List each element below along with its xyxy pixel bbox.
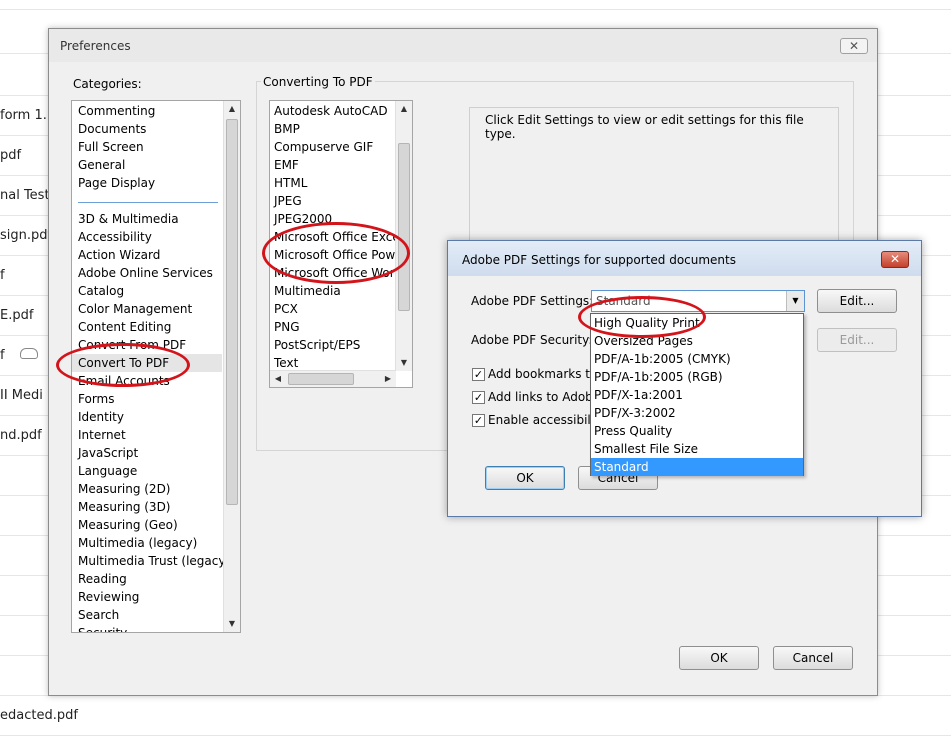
file-name: form 1.p: [0, 108, 56, 123]
edit-settings-button[interactable]: Edit...: [817, 289, 897, 313]
close-icon[interactable]: ✕: [881, 251, 909, 268]
option-item[interactable]: Smallest File Size: [591, 440, 803, 458]
category-item[interactable]: Language: [78, 462, 137, 480]
category-item[interactable]: Identity: [78, 408, 124, 426]
info-text: Click Edit Settings to view or edit sett…: [485, 113, 804, 141]
scroll-right-icon[interactable]: ▶: [380, 371, 396, 387]
category-item[interactable]: Accessibility: [78, 228, 152, 246]
category-item[interactable]: Page Display: [78, 174, 155, 192]
preferences-titlebar: Preferences ✕: [49, 29, 877, 62]
ok-button[interactable]: OK: [679, 646, 759, 670]
file-type-item[interactable]: EMF: [274, 156, 299, 174]
file-name: nd.pdf: [0, 428, 42, 443]
categories-label: Categories:: [73, 77, 142, 91]
category-item[interactable]: Measuring (2D): [78, 480, 171, 498]
scroll-up-icon[interactable]: ▲: [224, 101, 240, 117]
file-type-item[interactable]: BMP: [274, 120, 300, 138]
scroll-down-icon[interactable]: ▼: [396, 355, 412, 371]
file-name: f: [0, 348, 5, 363]
category-item[interactable]: Multimedia Trust (legacy): [78, 552, 230, 570]
scroll-thumb[interactable]: [288, 373, 354, 385]
scroll-down-icon[interactable]: ▼: [224, 616, 240, 632]
category-item[interactable]: Search: [78, 606, 119, 624]
close-icon[interactable]: ✕: [840, 38, 868, 54]
checkbox-bookmarks[interactable]: ✓: [472, 368, 485, 381]
scroll-thumb[interactable]: [226, 119, 238, 505]
option-item[interactable]: PDF/X-3:2002: [591, 404, 803, 422]
dialog-titlebar: Adobe PDF Settings for supported documen…: [448, 241, 921, 276]
category-item[interactable]: Documents: [78, 120, 146, 138]
annotation-circle: [578, 296, 706, 338]
category-separator: [78, 202, 218, 203]
category-item[interactable]: Action Wizard: [78, 246, 160, 264]
category-item[interactable]: Reviewing: [78, 588, 139, 606]
category-item[interactable]: Forms: [78, 390, 114, 408]
edit-security-button[interactable]: Edit...: [817, 328, 897, 352]
option-item-selected[interactable]: Standard: [591, 458, 803, 476]
checkbox-label: Add links to Adobe: [488, 390, 601, 404]
file-row[interactable]: [0, 0, 951, 10]
file-type-item[interactable]: Compuserve GIF: [274, 138, 373, 156]
file-type-hscrollbar[interactable]: ◀ ▶: [270, 370, 396, 387]
category-item[interactable]: Reading: [78, 570, 127, 588]
option-item[interactable]: PDF/X-1a:2001: [591, 386, 803, 404]
pdf-settings-label: Adobe PDF Settings:: [471, 294, 594, 308]
category-item[interactable]: Adobe Online Services: [78, 264, 213, 282]
category-item[interactable]: Measuring (Geo): [78, 516, 178, 534]
category-item[interactable]: Catalog: [78, 282, 124, 300]
pdf-settings-options-list[interactable]: High Quality Print Oversized Pages PDF/A…: [590, 313, 804, 476]
checkbox-accessibility[interactable]: ✓: [472, 414, 485, 427]
chevron-down-icon[interactable]: ▼: [786, 291, 804, 311]
scroll-up-icon[interactable]: ▲: [396, 101, 412, 117]
category-item[interactable]: General: [78, 156, 125, 174]
checkbox-links[interactable]: ✓: [472, 391, 485, 404]
category-item[interactable]: Content Editing: [78, 318, 171, 336]
cloud-icon: [20, 348, 38, 359]
category-item[interactable]: Commenting: [78, 102, 155, 120]
file-type-item[interactable]: HTML: [274, 174, 307, 192]
window-title: Preferences: [60, 39, 131, 53]
annotation-circle: [262, 222, 410, 284]
file-name: nal Test: [0, 188, 50, 203]
option-item[interactable]: PDF/A-1b:2005 (RGB): [591, 368, 803, 386]
file-type-item[interactable]: Multimedia: [274, 282, 341, 300]
category-item[interactable]: Full Screen: [78, 138, 144, 156]
category-item[interactable]: Multimedia (legacy): [78, 534, 197, 552]
category-item[interactable]: JavaScript: [78, 444, 138, 462]
file-name: edacted.pdf: [0, 708, 78, 723]
converting-label: Converting To PDF: [261, 75, 375, 89]
dialog-title: Adobe PDF Settings for supported documen…: [462, 253, 736, 267]
file-name: II Medi: [0, 388, 43, 403]
category-item[interactable]: Internet: [78, 426, 126, 444]
scroll-thumb[interactable]: [398, 143, 410, 311]
file-row[interactable]: edacted.pdf: [0, 696, 951, 736]
option-item[interactable]: PDF/A-1b:2005 (CMYK): [591, 350, 803, 368]
category-item[interactable]: Measuring (3D): [78, 498, 171, 516]
option-item[interactable]: Press Quality: [591, 422, 803, 440]
category-item[interactable]: Security: [78, 624, 127, 632]
category-item[interactable]: Color Management: [78, 300, 192, 318]
file-type-item[interactable]: JPEG: [274, 192, 302, 210]
file-type-item[interactable]: PCX: [274, 300, 298, 318]
file-type-item[interactable]: PNG: [274, 318, 300, 336]
annotation-circle: [56, 343, 190, 387]
file-name: f: [0, 268, 5, 283]
file-name: sign.pdf: [0, 228, 53, 243]
dialog-ok-button[interactable]: OK: [485, 466, 565, 490]
file-name: E.pdf: [0, 308, 34, 323]
cancel-button[interactable]: Cancel: [773, 646, 853, 670]
checkbox-label: Enable accessibility: [488, 413, 606, 427]
file-type-item[interactable]: PostScript/EPS: [274, 336, 360, 354]
scroll-left-icon[interactable]: ◀: [270, 371, 286, 387]
file-type-item[interactable]: Autodesk AutoCAD: [274, 102, 388, 120]
pdf-security-label: Adobe PDF Security:: [471, 333, 593, 347]
categories-scrollbar[interactable]: ▲ ▼: [223, 101, 240, 632]
category-item[interactable]: 3D & Multimedia: [78, 210, 179, 228]
file-name: pdf: [0, 148, 22, 163]
